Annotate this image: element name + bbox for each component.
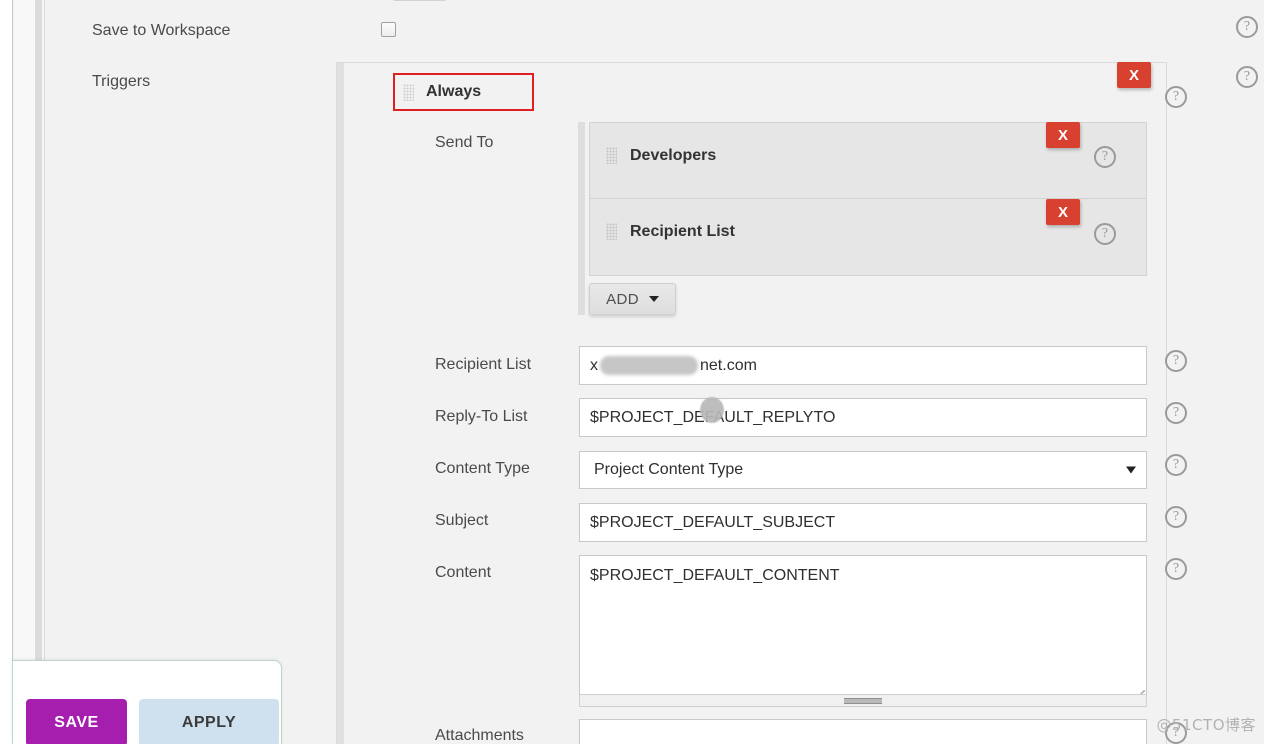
drag-grip-icon[interactable] — [606, 147, 617, 164]
content-type-selected-value: Project Content Type — [594, 461, 744, 478]
trigger-always-label: Always — [426, 83, 482, 100]
scrollbar-thumb[interactable] — [844, 697, 882, 704]
label-recipient-list: Recipient List — [435, 356, 532, 373]
send-to-item-label: Developers — [630, 147, 717, 164]
apply-button[interactable]: APPLY — [139, 699, 279, 744]
help-icon-send-to-developers[interactable]: ? — [1094, 146, 1116, 168]
help-icon-save-to-workspace[interactable]: ? — [1236, 16, 1258, 38]
watermark-text: @51CTO博客 — [1156, 716, 1256, 734]
content-textarea[interactable]: $PROJECT_DEFAULT_CONTENT — [579, 555, 1147, 703]
remove-send-to-developers-button[interactable]: X — [1046, 122, 1080, 148]
remove-trigger-always-button[interactable]: X — [1117, 62, 1151, 88]
attachments-input[interactable] — [579, 719, 1147, 744]
drag-grip-icon[interactable] — [606, 223, 617, 240]
label-content-type: Content Type — [435, 460, 530, 477]
floating-action-bar: SAVE APPLY — [12, 660, 282, 744]
help-icon-subject[interactable]: ? — [1165, 506, 1187, 528]
recipient-list-suffix: net.com — [700, 356, 757, 374]
trigger-drag-rail[interactable] — [337, 63, 344, 744]
trigger-always-header[interactable]: Always — [393, 73, 534, 111]
left-gutter-inner — [14, 0, 35, 744]
help-icon-content-type[interactable]: ? — [1165, 454, 1187, 476]
left-gutter-outer — [0, 0, 13, 744]
remove-send-to-recipient-list-button[interactable]: X — [1046, 199, 1080, 225]
save-button[interactable]: SAVE — [26, 699, 127, 744]
help-icon-triggers[interactable]: ? — [1236, 66, 1258, 88]
chevron-down-icon — [1126, 466, 1136, 474]
help-icon-reply-to-list[interactable]: ? — [1165, 402, 1187, 424]
mouse-cursor-highlight — [700, 397, 724, 423]
reply-to-list-input[interactable]: $PROJECT_DEFAULT_REPLYTO — [579, 398, 1147, 437]
label-save-to-workspace: Save to Workspace — [92, 22, 231, 39]
label-triggers: Triggers — [92, 73, 151, 90]
send-to-item-label: Recipient List — [630, 223, 735, 240]
save-to-workspace-checkbox[interactable] — [381, 22, 396, 37]
add-button-label: ADD — [606, 290, 639, 308]
help-icon-trigger-always[interactable]: ? — [1165, 86, 1187, 108]
label-attachments: Attachments — [435, 727, 524, 744]
drag-grip-icon[interactable] — [403, 83, 414, 101]
label-subject: Subject — [435, 512, 489, 529]
app-root: Save to Workspace ? Triggers ? Always X … — [0, 0, 1264, 744]
recipient-list-input[interactable]: x net.com — [579, 346, 1147, 385]
send-to-drag-rail[interactable] — [578, 122, 585, 315]
help-icon-content[interactable]: ? — [1165, 558, 1187, 580]
label-reply-to-list: Reply-To List — [435, 408, 528, 425]
chevron-down-icon — [648, 296, 659, 302]
content-type-select[interactable]: Project Content Type — [579, 451, 1147, 489]
clipped-control-above — [392, 0, 447, 1]
label-send-to: Send To — [435, 134, 494, 151]
help-icon-send-to-recipient-list[interactable]: ? — [1094, 223, 1116, 245]
add-send-to-button[interactable]: ADD — [589, 283, 676, 315]
redacted-text-block — [600, 356, 698, 375]
content-horizontal-scrollbar[interactable] — [579, 694, 1147, 707]
label-content: Content — [435, 564, 492, 581]
recipient-list-prefix: x — [590, 356, 598, 374]
subject-input[interactable]: $PROJECT_DEFAULT_SUBJECT — [579, 503, 1147, 542]
left-scrollbar-track[interactable] — [35, 0, 42, 744]
help-icon-recipient-list[interactable]: ? — [1165, 350, 1187, 372]
